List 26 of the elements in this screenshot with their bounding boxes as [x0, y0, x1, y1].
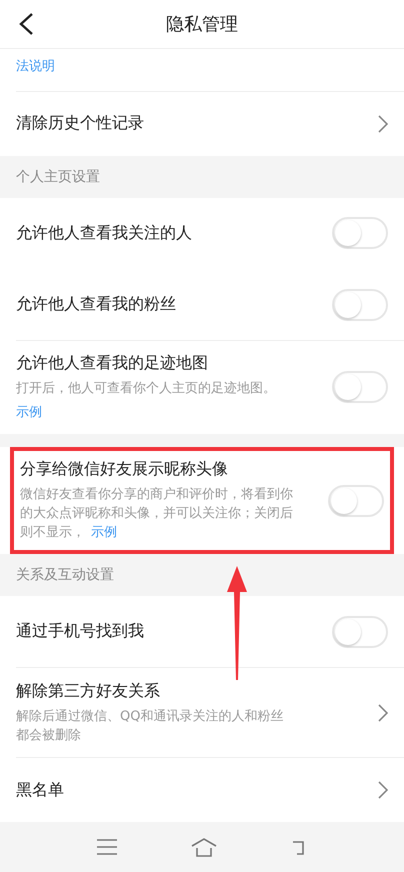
toggle-switch[interactable]	[332, 217, 388, 250]
section-heading: 关系及互动设置	[0, 554, 404, 596]
chevron-right-icon	[378, 114, 388, 133]
chevron-right-icon	[378, 781, 388, 799]
page-title: 隐私管理	[166, 13, 238, 36]
toggle-switch[interactable]	[328, 484, 384, 517]
setting-title: 解除第三方好友关系	[16, 680, 161, 702]
setting-title: 通过手机号找到我	[16, 621, 145, 642]
toggle-switch[interactable]	[332, 616, 388, 648]
section-heading: 个人主页设置	[0, 156, 404, 198]
setting-title: 允许他人查看我的足迹地图	[16, 353, 209, 374]
setting-title: 允许他人查看我的粉丝	[16, 294, 177, 316]
home-icon[interactable]	[190, 837, 218, 857]
highlight-frame[interactable]: 分享给微信好友展示昵称头像 微信好友查看你分享的商户和评价时，将看到你的大众点评昵称和头像，并可以关注你；关闭后则不显示， 示例	[10, 447, 394, 554]
setting-description: 微信好友查看你分享的商户和评价时，将看到你的大众点评昵称和头像，并可以关注你；关闭后则不显示， 示例	[20, 486, 294, 542]
chevron-right-icon	[378, 704, 388, 722]
setting-title: 黑名单	[16, 780, 65, 800]
setting-description: 解除后通过微信、QQ和通讯录关注的人和粉丝都会被删除	[16, 708, 284, 744]
setting-title: 允许他人查看我关注的人	[16, 222, 193, 244]
toggle-switch[interactable]	[332, 371, 388, 404]
setting-description: 打开后，他人可查看你个人主页的足迹地图。	[16, 380, 277, 398]
setting-title: 清除历史个性记录	[16, 113, 145, 134]
toggle-switch[interactable]	[332, 288, 388, 321]
setting-title: 分享给微信好友展示昵称头像	[20, 459, 229, 480]
menu-icon[interactable]	[96, 839, 118, 855]
back-icon[interactable]	[18, 12, 34, 36]
